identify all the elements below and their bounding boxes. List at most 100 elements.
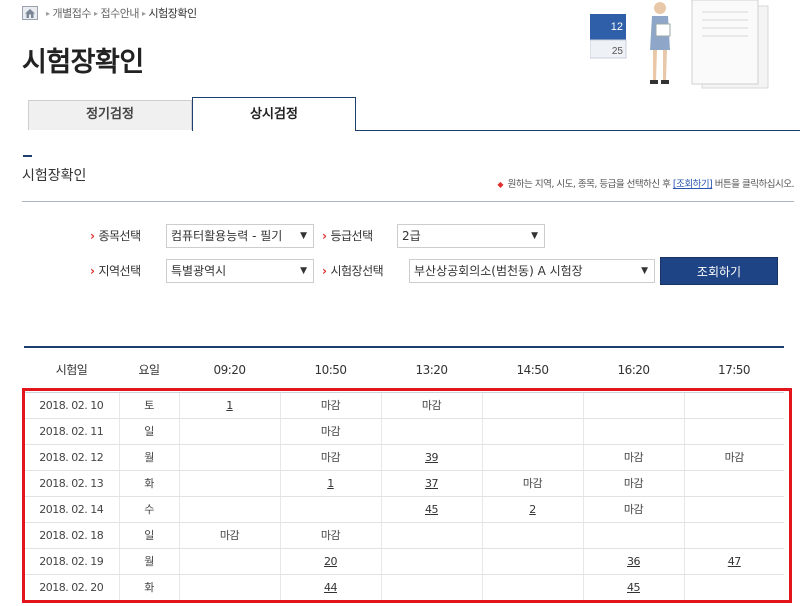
breadcrumb-separator: ▸ [142,8,146,18]
empty-slot-cell [380,548,482,575]
table-row: 2018. 02. 11 일 마감 [24,418,784,445]
note-link: [조회하기] [672,179,713,190]
table-row: 2018. 02. 13 화 1 37 마감 마감 [24,470,784,497]
table-row: 2018. 02. 10 토 1 마감 마감 [24,392,784,419]
home-icon[interactable] [22,6,38,20]
available-slot-cell: 2 [481,496,583,523]
available-slot-cell: 1 [279,470,381,497]
section-title: 시험장확인 [22,168,87,184]
dropdown-arrow-icon: ▼ [529,225,538,247]
schedule-body: 2018. 02. 10 토 1 마감 마감 2018. 02. 11 일 마감 2018. 0… [24,392,784,601]
closed-slot-cell: 마감 [279,418,381,445]
exam-date-cell: 2018. 02. 12 [24,444,119,471]
closed-slot-cell: 마감 [582,470,684,497]
exam-date-cell: 2018. 02. 11 [24,418,119,445]
available-slot-cell: 1 [178,392,280,419]
available-slot-cell: 45 [380,496,482,523]
breadcrumb-separator: ▸ [94,8,98,18]
empty-slot-cell [178,548,280,575]
empty-slot-cell [683,522,784,549]
empty-slot-cell [683,418,784,445]
documents-icon [691,0,769,89]
column-header: 16:20 [583,346,684,393]
site-label: › 시험장선택 [322,264,384,278]
breadcrumb-item[interactable]: 접수안내 [101,5,140,21]
subject-select[interactable]: 컴퓨터활용능력 - 필기 ▼ [166,224,314,248]
closed-slot-cell: 마감 [481,470,583,497]
seat-count-link[interactable]: 1 [226,399,233,412]
region-select[interactable]: 특별광역시 ▼ [166,259,314,283]
table-header-row: 시험일 요일 09:20 10:50 13:20 14:50 16:20 17:… [24,346,784,393]
subject-label: › 종목선택 [90,229,141,243]
seat-count-link[interactable]: 45 [425,503,439,516]
grade-label: › 등급선택 [322,229,373,243]
closed-slot-cell: 마감 [582,444,684,471]
breadcrumb: ▸ 개별접수 ▸ 접수안내 ▸ 시험장확인 [22,5,197,21]
weekday-cell: 월 [118,548,179,575]
search-button[interactable]: 조회하기 [660,257,778,285]
exam-date-cell: 2018. 02. 20 [24,574,119,601]
empty-slot-cell [481,444,583,471]
empty-slot-cell [481,574,583,601]
dropdown-arrow-icon: ▼ [298,225,307,247]
empty-slot-cell [683,496,784,523]
seat-count-link[interactable]: 44 [324,581,338,594]
empty-slot-cell [380,522,482,549]
diamond-icon: ◆ [497,180,504,189]
column-header: 09:20 [179,346,280,393]
available-slot-cell: 20 [279,548,381,575]
tab-regular-exam[interactable]: 정기검정 [28,100,192,130]
section-divider [22,201,794,202]
closed-slot-cell: 마감 [279,392,381,419]
breadcrumb-item[interactable]: 개별접수 [53,5,92,21]
empty-slot-cell [582,522,684,549]
breadcrumb-current: 시험장확인 [148,7,198,20]
exam-date-cell: 2018. 02. 19 [24,548,119,575]
dropdown-arrow-icon: ▼ [639,260,648,282]
seat-count-link[interactable]: 45 [627,581,641,594]
tab-ongoing-exam[interactable]: 상시검정 [192,97,356,131]
empty-slot-cell [683,574,784,601]
calendar-icon: 12 25 [590,14,627,59]
closed-slot-cell: 마감 [582,496,684,523]
empty-slot-cell [380,574,482,601]
available-slot-cell: 45 [582,574,684,601]
exam-date-cell: 2018. 02. 14 [24,496,119,523]
seat-count-link[interactable]: 20 [324,555,338,568]
seat-count-link[interactable]: 39 [425,451,439,464]
person-icon [650,2,671,84]
schedule-table: 시험일 요일 09:20 10:50 13:20 14:50 16:20 17:… [24,346,784,601]
available-slot-cell: 44 [279,574,381,601]
empty-slot-cell [178,496,280,523]
empty-slot-cell [481,418,583,445]
weekday-cell: 일 [118,418,179,445]
exam-date-cell: 2018. 02. 13 [24,470,119,497]
seat-count-link[interactable]: 37 [425,477,439,490]
seat-count-link[interactable]: 1 [327,477,334,490]
table-row: 2018. 02. 18 일 마감 마감 [24,522,784,549]
empty-slot-cell [178,470,280,497]
weekday-cell: 토 [118,392,179,419]
seat-count-link[interactable]: 36 [627,555,641,568]
seat-count-link[interactable]: 2 [529,503,536,516]
section-marker [23,155,32,157]
available-slot-cell: 39 [380,444,482,471]
instruction-note: ◆ 원하는 지역, 시도, 종목, 등급을 선택하신 후 [조회하기] 버튼을 … [497,176,794,190]
seat-count-link[interactable]: 47 [728,555,742,568]
column-header: 10:50 [280,346,381,393]
region-label: › 지역선택 [90,264,141,278]
weekday-cell: 화 [118,574,179,601]
chevron-right-icon: › [322,229,327,243]
dropdown-arrow-icon: ▼ [298,260,307,282]
page-title: 시험장확인 [22,47,144,78]
closed-slot-cell: 마감 [279,444,381,471]
empty-slot-cell [481,392,583,419]
table-row: 2018. 02. 19 월 20 36 47 [24,548,784,575]
available-slot-cell: 36 [582,548,684,575]
note-suffix: 버튼을 클릭하십시오. [714,179,795,190]
empty-slot-cell [178,418,280,445]
exam-date-cell: 2018. 02. 18 [24,522,119,549]
empty-slot-cell [380,418,482,445]
site-select[interactable]: 부산상공회의소(범천동) A 시험장 ▼ [409,259,655,283]
grade-select[interactable]: 2급 ▼ [397,224,545,248]
